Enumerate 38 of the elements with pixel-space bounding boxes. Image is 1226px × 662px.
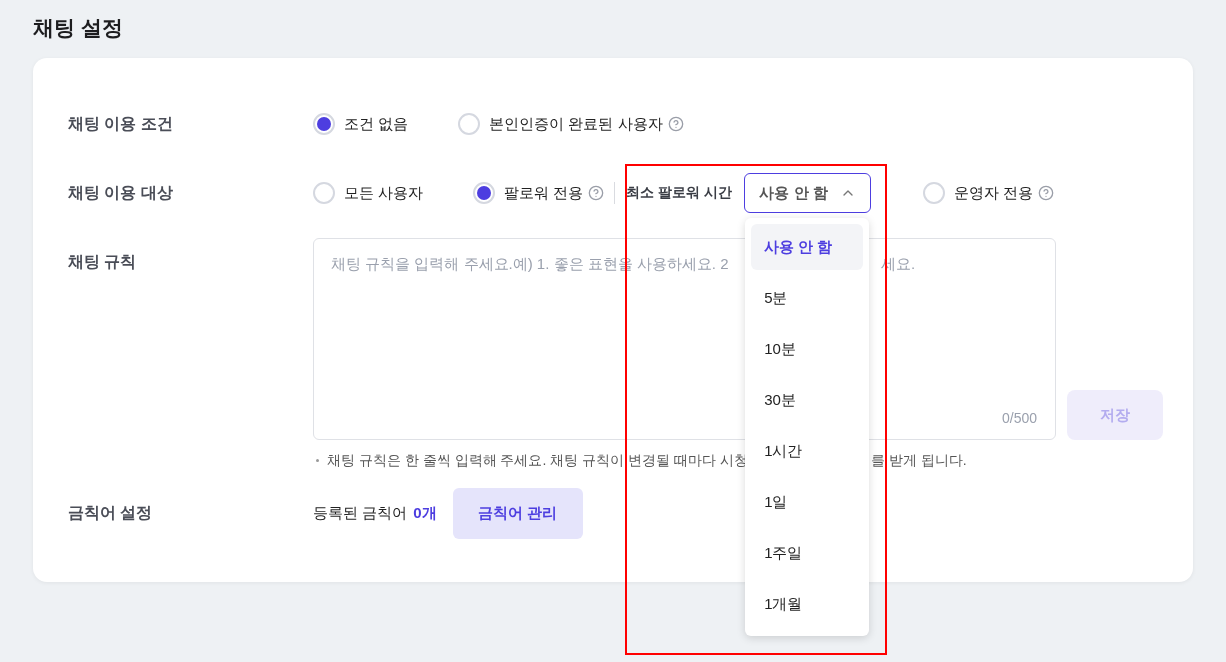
setting-label: 채팅 이용 조건 bbox=[68, 113, 174, 134]
setting-label: 금칙어 설정 bbox=[68, 503, 154, 523]
radio-button[interactable] bbox=[923, 182, 946, 204]
setting-label: 채팅 규칙 bbox=[68, 252, 138, 272]
radio-button[interactable] bbox=[473, 182, 496, 204]
dropdown-item[interactable]: 1일 bbox=[751, 479, 864, 525]
dropdown-item[interactable]: 30분 bbox=[751, 377, 864, 423]
option-label: 팔로워 전용 bbox=[504, 183, 584, 203]
note-text: 를 받게 됩니다. bbox=[871, 452, 968, 470]
radio-button[interactable] bbox=[458, 113, 481, 135]
radio-button[interactable] bbox=[313, 113, 335, 135]
setting-sublabel: 최소 팔로워 시간 bbox=[626, 184, 733, 202]
dropdown-item[interactable]: 사용 안 함 bbox=[751, 224, 864, 270]
manage-button[interactable]: 금칙어 관리 bbox=[452, 488, 583, 539]
option-label: 조건 없음 bbox=[344, 114, 409, 134]
option-label: 본인인증이 완료된 사용자 bbox=[489, 114, 663, 134]
time-dropdown[interactable]: 사용 안 함 bbox=[744, 173, 872, 213]
radio-option[interactable]: 모든 사용자 bbox=[313, 182, 424, 204]
dropdown-item[interactable]: 1개월 bbox=[751, 581, 864, 627]
radio-option[interactable]: 팔로워 전용 bbox=[473, 182, 605, 204]
radio-option[interactable]: 운영자 전용 bbox=[923, 182, 1055, 204]
page-title: 채팅 설정 bbox=[33, 15, 124, 41]
radio-button[interactable] bbox=[313, 182, 335, 204]
option-label: 운영자 전용 bbox=[954, 183, 1034, 203]
setting-label: 채팅 이용 대상 bbox=[68, 182, 174, 203]
banned-words-text: 등록된 금칙어 bbox=[313, 504, 408, 523]
bullet-icon bbox=[316, 459, 319, 462]
dropdown-item[interactable]: 1주일 bbox=[751, 530, 864, 576]
radio-option[interactable]: 본인인증이 완료된 사용자 bbox=[458, 113, 684, 135]
char-counter: 0/500 bbox=[1001, 410, 1037, 426]
help-icon[interactable] bbox=[588, 185, 605, 201]
dropdown-item[interactable]: 10분 bbox=[751, 326, 864, 372]
option-label: 모든 사용자 bbox=[344, 183, 424, 203]
help-icon[interactable] bbox=[667, 116, 684, 132]
help-icon[interactable] bbox=[1038, 185, 1055, 201]
banned-words-count: 0개 bbox=[413, 504, 437, 523]
dropdown-item[interactable]: 5분 bbox=[751, 275, 864, 321]
radio-option[interactable]: 조건 없음 bbox=[313, 113, 409, 135]
